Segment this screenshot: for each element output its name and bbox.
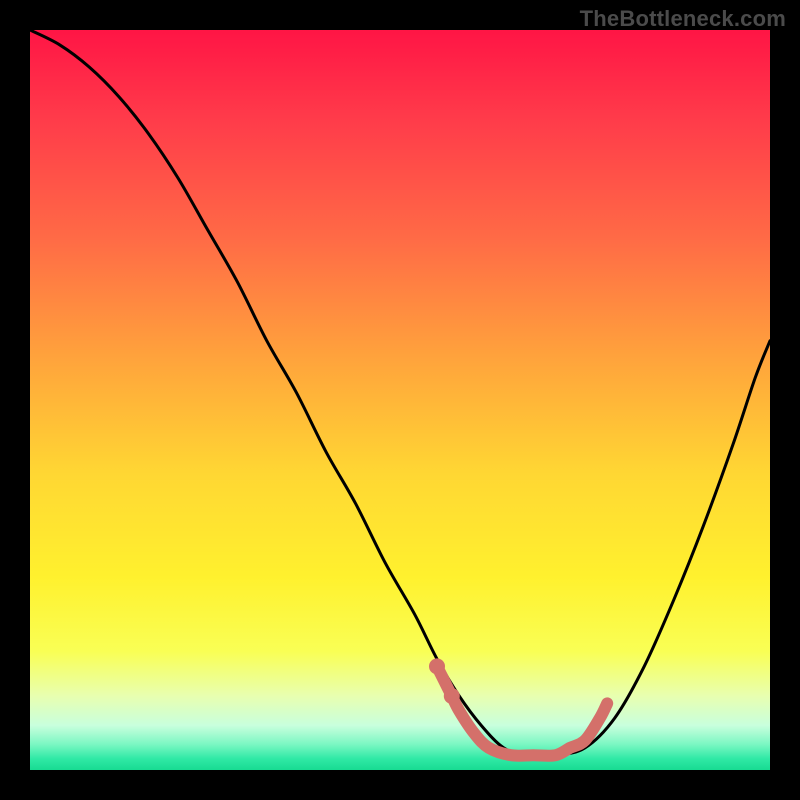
- gradient-background: [30, 30, 770, 770]
- highlight-dot: [429, 658, 445, 674]
- watermark-text: TheBottleneck.com: [580, 6, 786, 32]
- bottleneck-chart: [30, 30, 770, 770]
- highlight-dot: [444, 688, 460, 704]
- page-frame: TheBottleneck.com: [0, 0, 800, 800]
- chart-container: [30, 30, 770, 770]
